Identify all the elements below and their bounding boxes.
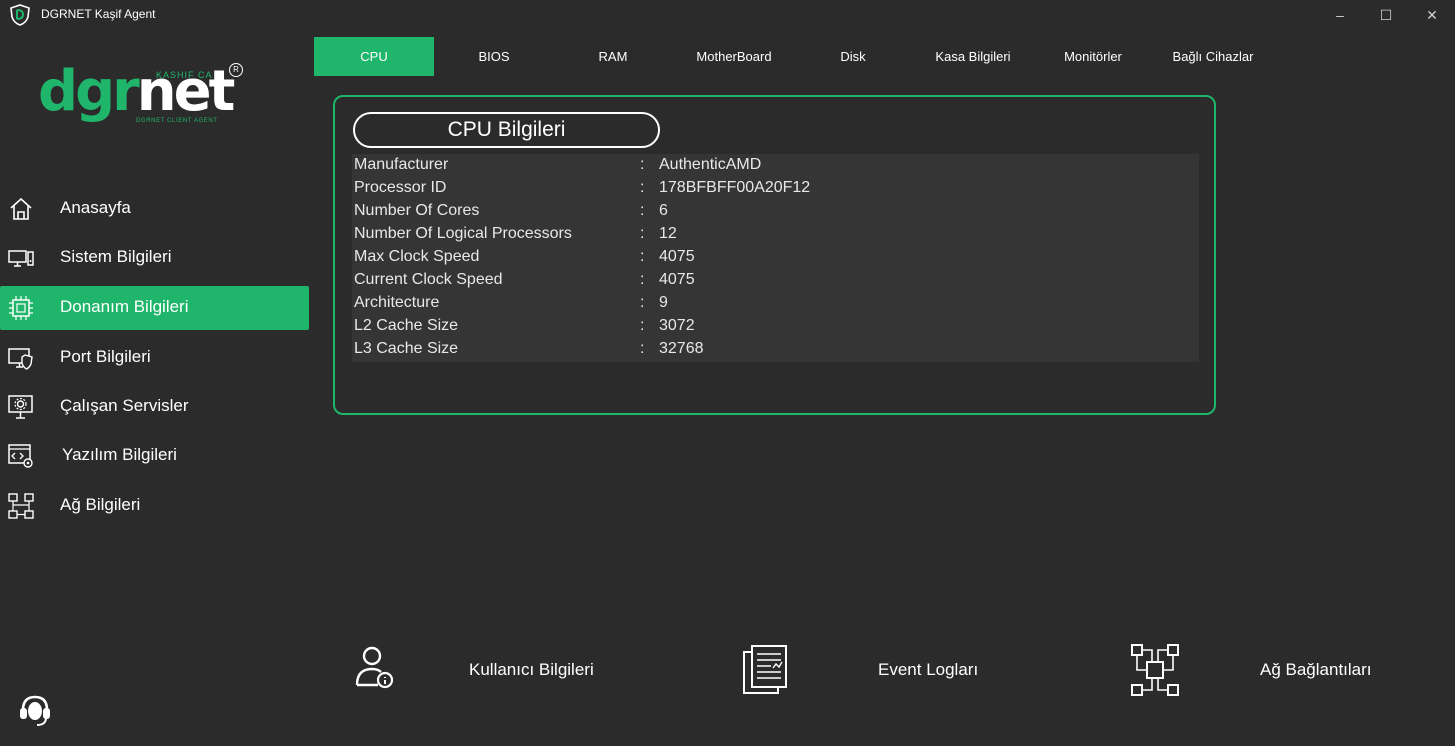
sidebar-item-label: Ağ Bilgileri <box>60 495 141 514</box>
info-key: Current Clock Speed <box>354 271 503 288</box>
info-separator: : <box>640 340 645 357</box>
info-value: 178BFBFF00A20F12 <box>659 179 811 196</box>
logo-word-dgr: dgr <box>38 59 140 124</box>
monitor-shield-icon <box>8 348 33 370</box>
app-shield-icon <box>10 4 30 26</box>
info-key: Manufacturer <box>354 156 449 173</box>
info-separator: : <box>640 317 645 334</box>
tab-bagli-cihazlar[interactable]: Bağlı Cihazlar <box>1153 37 1273 76</box>
info-row: L3 Cache Size : 32768 <box>352 338 1199 361</box>
info-separator: : <box>640 271 645 288</box>
tab-bios[interactable]: BIOS <box>434 37 554 76</box>
info-row: Number Of Cores : 6 <box>352 200 1199 223</box>
close-button[interactable]: ✕ <box>1417 4 1447 26</box>
user-info-icon[interactable] <box>352 645 396 691</box>
cpu-info-table: Manufacturer : AuthenticAMD Processor ID… <box>352 154 1199 362</box>
info-row: L2 Cache Size : 3072 <box>352 315 1199 338</box>
sidebar-item-ag-bilgileri[interactable]: Ağ Bilgileri <box>0 484 309 528</box>
sidebar-item-label: Çalışan Servisler <box>60 396 189 415</box>
info-key: Number Of Logical Processors <box>354 225 572 242</box>
shortcut-label-kullanici-bilgileri[interactable]: Kullanıcı Bilgileri <box>469 660 594 680</box>
info-row: Architecture : 9 <box>352 292 1199 315</box>
info-key: L2 Cache Size <box>354 317 459 334</box>
info-value: AuthenticAMD <box>659 156 762 173</box>
info-row: Manufacturer : AuthenticAMD <box>352 154 1199 177</box>
sidebar-item-label: Donanım Bilgileri <box>60 297 189 316</box>
info-value: 32768 <box>659 340 704 357</box>
info-row: Number Of Logical Processors : 12 <box>352 223 1199 246</box>
info-key: L3 Cache Size <box>354 340 459 357</box>
sidebar-item-label: Port Bilgileri <box>60 347 151 366</box>
sidebar-item-port-bilgileri[interactable]: Port Bilgileri <box>0 336 309 380</box>
shortcut-label-event-loglari[interactable]: Event Logları <box>878 660 978 680</box>
sidebar-item-anasayfa[interactable]: Anasayfa <box>0 187 309 231</box>
cpu-card-title: CPU Bilgileri <box>353 112 660 148</box>
tab-motherboard[interactable]: MotherBoard <box>674 37 794 76</box>
info-key: Max Clock Speed <box>354 248 480 265</box>
sidebar-item-label: Yazılım Bilgileri <box>62 445 177 464</box>
registered-mark: R <box>229 63 243 77</box>
network-connections-icon[interactable] <box>1130 643 1180 697</box>
title-bar: DGRNET Kaşif Agent – ☐ ✕ <box>0 0 1455 30</box>
sidebar-item-calisan-servisler[interactable]: Çalışan Servisler <box>0 385 309 429</box>
info-separator: : <box>640 248 645 265</box>
logo-word-net: net <box>136 59 236 124</box>
tab-ram[interactable]: RAM <box>553 37 673 76</box>
sidebar-item-donanim-bilgileri[interactable]: Donanım Bilgileri <box>0 286 309 330</box>
info-separator: : <box>640 179 645 196</box>
home-icon <box>10 197 32 220</box>
sidebar-item-sistem-bilgileri[interactable]: Sistem Bilgileri <box>0 236 309 280</box>
info-key: Number Of Cores <box>354 202 480 219</box>
sidebar-item-label: Anasayfa <box>60 198 131 217</box>
maximize-button[interactable]: ☐ <box>1371 4 1401 26</box>
services-gear-icon <box>8 395 33 419</box>
info-value: 12 <box>659 225 677 242</box>
info-separator: : <box>640 294 645 311</box>
headset-support-icon[interactable] <box>18 692 52 728</box>
cpu-info-card: CPU Bilgileri Manufacturer : AuthenticAM… <box>333 95 1216 415</box>
logo-tagline-bottom: DGRNET CLIENT AGENT <box>136 118 218 124</box>
info-value: 6 <box>659 202 668 219</box>
info-key: Architecture <box>354 294 440 311</box>
info-row: Max Clock Speed : 4075 <box>352 246 1199 269</box>
sidebar-item-label: Sistem Bilgileri <box>60 247 172 266</box>
shortcut-label-ag-baglantilari[interactable]: Ağ Bağlantıları <box>1260 660 1372 680</box>
info-value: 3072 <box>659 317 695 334</box>
tab-monitorler[interactable]: Monitörler <box>1033 37 1153 76</box>
tab-kasa-bilgileri[interactable]: Kasa Bilgileri <box>913 37 1033 76</box>
dgrnet-logo: dgrnet KASHIF CA DGRNET CLIENT AGENT R <box>38 62 248 134</box>
chip-icon <box>9 296 33 320</box>
info-key: Processor ID <box>354 179 447 196</box>
software-code-icon <box>8 444 33 468</box>
sidebar-item-yazilim-bilgileri[interactable]: Yazılım Bilgileri <box>0 434 309 478</box>
network-icon <box>8 493 34 519</box>
window-title: DGRNET Kaşif Agent <box>41 7 156 21</box>
info-value: 4075 <box>659 248 695 265</box>
info-value: 4075 <box>659 271 695 288</box>
computer-icon <box>8 250 34 267</box>
info-value: 9 <box>659 294 668 311</box>
info-row: Current Clock Speed : 4075 <box>352 269 1199 292</box>
info-separator: : <box>640 225 645 242</box>
tab-disk[interactable]: Disk <box>793 37 913 76</box>
info-row: Processor ID : 178BFBFF00A20F12 <box>352 177 1199 200</box>
event-log-icon[interactable] <box>741 644 789 696</box>
logo-tagline-top: KASHIF CA <box>156 70 213 80</box>
minimize-button[interactable]: – <box>1325 4 1355 26</box>
info-separator: : <box>640 156 645 173</box>
info-separator: : <box>640 202 645 219</box>
tab-cpu[interactable]: CPU <box>314 37 434 76</box>
